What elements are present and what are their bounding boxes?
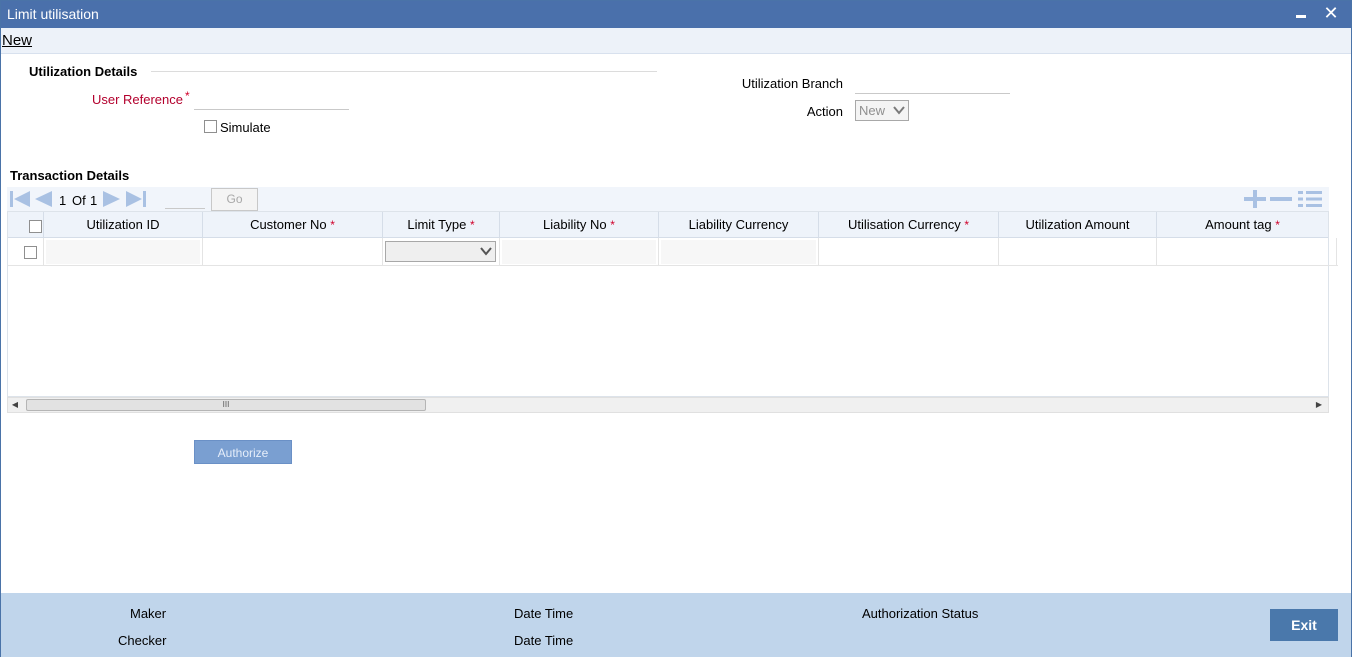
required-marker: * bbox=[1275, 218, 1280, 232]
column-header-utilization-id[interactable]: Utilization ID bbox=[44, 212, 203, 238]
page-number-input[interactable] bbox=[165, 189, 205, 209]
column-header-limit-type[interactable]: Limit Type * bbox=[383, 212, 500, 238]
page-of-label: Of bbox=[72, 193, 86, 208]
audit-footer: Maker Checker Date Time Date Time Author… bbox=[1, 593, 1351, 657]
column-header-liability-currency[interactable]: Liability Currency bbox=[659, 212, 819, 238]
required-marker: * bbox=[469, 218, 475, 232]
go-button[interactable]: Go bbox=[211, 188, 258, 211]
limit-utilisation-window: Limit utilisation ✕ New Utilization Deta… bbox=[0, 0, 1352, 657]
select-all-cell bbox=[8, 212, 44, 238]
action-select[interactable]: New bbox=[855, 100, 909, 121]
user-reference-label: User Reference bbox=[91, 92, 183, 107]
title-bar: Limit utilisation ✕ bbox=[1, 1, 1351, 28]
scroll-left-icon[interactable]: ◀ bbox=[8, 398, 22, 412]
exit-button[interactable]: Exit bbox=[1270, 609, 1338, 641]
close-icon[interactable]: ✕ bbox=[1321, 3, 1341, 23]
toolbar: New bbox=[1, 28, 1351, 54]
new-link[interactable]: New bbox=[2, 32, 32, 49]
column-header-liability-no[interactable]: Liability No * bbox=[500, 212, 659, 238]
utilization-branch-label: Utilization Branch bbox=[741, 76, 843, 91]
utilization-branch-input[interactable] bbox=[855, 72, 1010, 94]
required-marker: * bbox=[964, 218, 969, 232]
limit-type-cell bbox=[383, 238, 500, 266]
authorization-status-label: Authorization Status bbox=[862, 606, 979, 621]
amount-tag-cell[interactable] bbox=[1157, 238, 1337, 266]
authorize-button[interactable]: Authorize bbox=[194, 440, 292, 464]
utilization-details-title: Utilization Details bbox=[29, 64, 138, 79]
column-header-utilization-amount[interactable]: Utilization Amount bbox=[999, 212, 1157, 238]
chevron-down-icon bbox=[893, 106, 905, 115]
action-label: Action bbox=[806, 104, 843, 119]
previous-page-icon[interactable] bbox=[33, 190, 53, 208]
delete-row-icon[interactable] bbox=[1269, 189, 1293, 209]
next-page-icon[interactable] bbox=[102, 190, 122, 208]
required-marker: * bbox=[330, 218, 335, 232]
user-reference-input[interactable] bbox=[194, 88, 349, 110]
chevron-down-icon bbox=[480, 247, 492, 256]
checker-label: Checker bbox=[118, 633, 167, 648]
add-row-icon[interactable] bbox=[1243, 189, 1267, 209]
liability-no-cell[interactable] bbox=[500, 238, 659, 266]
column-header-utilisation-currency[interactable]: Utilisation Currency * bbox=[819, 212, 999, 238]
customer-no-cell[interactable] bbox=[203, 238, 383, 266]
liability-currency-field[interactable] bbox=[661, 240, 816, 264]
row-select-checkbox[interactable] bbox=[24, 246, 37, 259]
scroll-thumb[interactable]: III bbox=[26, 399, 426, 411]
simulate-label: Simulate bbox=[220, 120, 271, 135]
row-select-cell bbox=[8, 238, 44, 266]
utilisation-currency-cell[interactable] bbox=[819, 238, 999, 266]
maker-label: Maker bbox=[130, 606, 167, 621]
utilization-id-cell[interactable] bbox=[44, 238, 203, 266]
horizontal-scrollbar[interactable]: ◀ III ▶ bbox=[7, 397, 1329, 413]
window-title: Limit utilisation bbox=[7, 6, 99, 22]
checker-date-time-label: Date Time bbox=[514, 633, 574, 648]
liability-no-field[interactable] bbox=[502, 240, 656, 264]
liability-currency-cell[interactable] bbox=[659, 238, 819, 266]
required-marker: * bbox=[610, 218, 615, 232]
grid-header: Utilization ID Customer No * Limit Type … bbox=[8, 212, 1328, 238]
limit-type-select[interactable] bbox=[385, 241, 496, 262]
current-page: 1 bbox=[59, 193, 67, 208]
required-marker: * bbox=[185, 89, 190, 103]
maker-date-time-label: Date Time bbox=[514, 606, 574, 621]
first-page-icon[interactable] bbox=[9, 190, 31, 208]
select-all-checkbox[interactable] bbox=[29, 220, 42, 233]
transaction-details-title: Transaction Details bbox=[10, 168, 130, 183]
last-page-icon[interactable] bbox=[125, 190, 147, 208]
total-pages: 1 bbox=[90, 193, 98, 208]
simulate-checkbox[interactable] bbox=[204, 120, 217, 133]
column-header-amount-tag[interactable]: Amount tag * bbox=[1157, 212, 1328, 238]
action-select-value: New bbox=[859, 103, 886, 118]
utilization-amount-cell[interactable] bbox=[999, 238, 1157, 266]
minimize-icon[interactable] bbox=[1291, 3, 1311, 23]
column-header-customer-no[interactable]: Customer No * bbox=[203, 212, 383, 238]
single-view-icon[interactable] bbox=[1297, 189, 1323, 209]
transaction-grid: Utilization ID Customer No * Limit Type … bbox=[7, 211, 1338, 397]
table-row bbox=[8, 238, 1338, 266]
scroll-right-icon[interactable]: ▶ bbox=[1312, 398, 1326, 412]
section-divider bbox=[151, 71, 657, 72]
grid-pager: 1 Of 1 Go bbox=[7, 187, 1329, 211]
utilization-id-field[interactable] bbox=[46, 240, 200, 264]
